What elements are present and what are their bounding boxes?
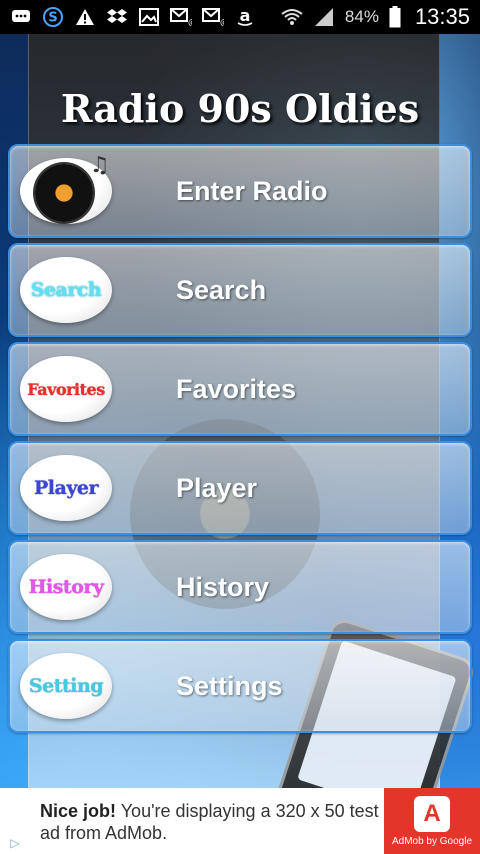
history-badge-icon: History: [20, 554, 112, 620]
clock: 13:35: [414, 4, 470, 29]
svg-text:a: a: [240, 7, 251, 25]
ad-info-icon[interactable]: ▷: [0, 788, 30, 854]
admob-icon: A: [414, 795, 450, 832]
player-badge-icon: Player: [20, 455, 112, 521]
signal-icon: [313, 6, 335, 28]
menu-item-player[interactable]: Player Player: [8, 441, 472, 535]
status-bar: S @ @ a 84% 13:35: [0, 0, 480, 34]
warning-icon: [74, 6, 96, 28]
vinyl-record-icon: ♫: [20, 152, 112, 224]
email-icon: @: [170, 6, 192, 28]
battery-icon: [389, 6, 401, 28]
search-badge-icon: Search: [20, 257, 112, 323]
menu-item-label: Search: [176, 275, 267, 305]
main-menu: ♫ Enter Radio Search Search Favorites Fa…: [8, 144, 472, 738]
battery-percentage: 84%: [344, 7, 379, 26]
page-title: Radio 90s Oldies: [60, 86, 420, 131]
amazon-icon: a: [234, 6, 256, 28]
menu-item-label: Player: [176, 473, 258, 503]
s-icon: S: [42, 6, 64, 28]
menu-item-settings[interactable]: Setting Settings: [8, 639, 472, 733]
menu-item-enter-radio[interactable]: ♫ Enter Radio: [8, 144, 472, 238]
email-icon: @: [202, 6, 224, 28]
image-icon: [138, 6, 160, 28]
menu-item-label: Favorites: [176, 374, 297, 404]
wifi-icon: [281, 6, 303, 28]
menu-item-search[interactable]: Search Search: [8, 243, 472, 337]
settings-badge-icon: Setting: [20, 653, 112, 719]
svg-text:@: @: [188, 18, 192, 26]
message-icon: [10, 6, 32, 28]
favorites-badge-icon: Favorites: [20, 356, 112, 422]
dropbox-icon: [106, 6, 128, 28]
svg-text:@: @: [220, 18, 224, 26]
menu-item-label: Settings: [176, 671, 283, 701]
menu-item-label: History: [176, 572, 270, 602]
menu-item-history[interactable]: History History: [8, 540, 472, 634]
ad-banner[interactable]: ▷ Nice job! You're displaying a 320 x 50…: [0, 788, 480, 854]
admob-logo[interactable]: A AdMob by Google: [384, 788, 480, 854]
app-background: Radio 90s Oldies ♫ Enter Radio Search Se…: [0, 34, 480, 788]
ad-text[interactable]: Nice job! You're displaying a 320 x 50 t…: [30, 798, 384, 844]
menu-item-label: Enter Radio: [176, 176, 328, 206]
ad-brand: AdMob by Google: [391, 835, 473, 847]
menu-item-favorites[interactable]: Favorites Favorites: [8, 342, 472, 436]
ad-headline: Nice job!: [40, 801, 117, 821]
svg-text:S: S: [48, 11, 57, 26]
